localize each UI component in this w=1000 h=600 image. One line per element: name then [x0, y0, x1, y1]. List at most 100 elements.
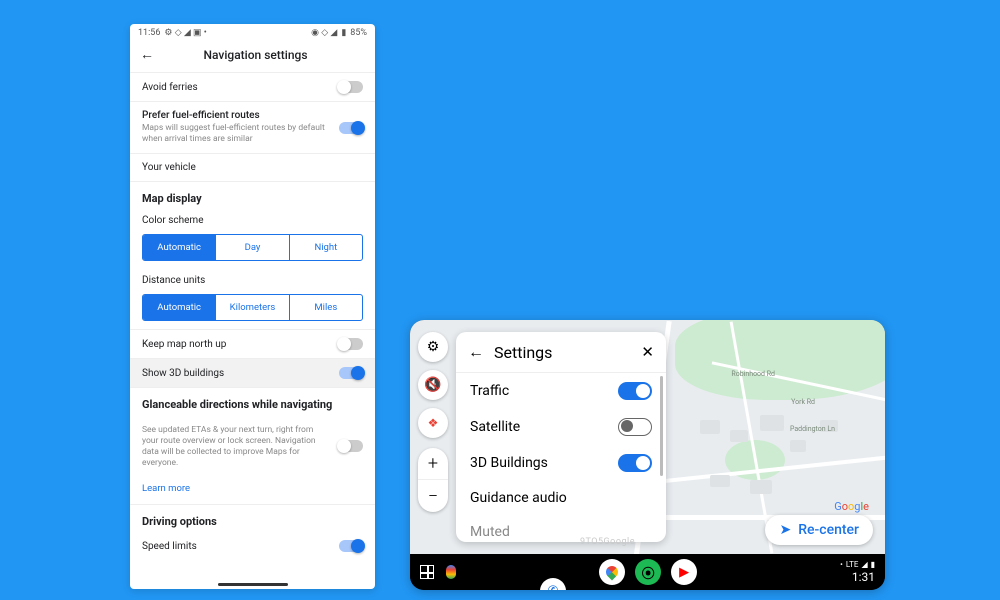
speaker-muted-icon: 🔇 — [424, 377, 441, 393]
3d-buildings-label: 3D Buildings — [470, 455, 548, 471]
avoid-ferries-row[interactable]: Avoid ferries — [130, 72, 375, 101]
3d-buildings-row[interactable]: 3D Buildings — [456, 445, 666, 481]
zoom-out-button[interactable]: − — [418, 480, 448, 512]
map-area[interactable]: Robinhood Rd Paddington Ln York Rd ⚙ 🔇 ❖… — [410, 320, 885, 555]
page-header: ← Navigation settings — [130, 42, 375, 72]
speed-limits-row[interactable]: Speed limits — [130, 532, 375, 560]
status-icons-right: ◉ ◇ ◢ — [311, 28, 337, 38]
color-scheme-automatic[interactable]: Automatic — [143, 235, 215, 260]
network-label: LTE — [846, 560, 859, 569]
status-time: 11:56 — [138, 28, 160, 38]
driving-options-section: Driving options — [130, 504, 375, 532]
settings-panel: ← Settings ✕ Traffic Satellite 3D Buildi… — [456, 332, 666, 542]
color-scheme-label: Color scheme — [130, 209, 375, 230]
map-road-label: Paddington Ln — [790, 425, 835, 433]
map-tools-sidebar: ⚙ 🔇 ❖ + − — [418, 332, 448, 512]
your-vehicle-row[interactable]: Your vehicle — [130, 153, 375, 181]
color-scheme-night[interactable]: Night — [289, 235, 362, 260]
panel-back-icon[interactable]: ← — [468, 342, 484, 362]
recenter-label: Re-center — [798, 522, 859, 538]
3d-buildings-toggle[interactable] — [618, 454, 652, 472]
battery-percent: 85% — [350, 28, 367, 38]
maps-pin-icon — [604, 564, 621, 581]
fuel-efficient-toggle[interactable] — [339, 122, 363, 134]
zoom-in-button[interactable]: + — [418, 448, 448, 480]
color-scheme-segmented: Automatic Day Night — [142, 234, 363, 261]
compass-icon: ❖ — [428, 416, 439, 430]
map-building — [730, 430, 748, 442]
status-icons-left: ⚙ ◇ ◢ ▣ • — [164, 28, 206, 38]
compass-button[interactable]: ❖ — [418, 408, 448, 438]
your-vehicle-label: Your vehicle — [142, 162, 196, 173]
fuel-efficient-label: Prefer fuel-efficient routes — [142, 110, 339, 121]
distance-units-automatic[interactable]: Automatic — [143, 295, 215, 320]
status-bar: 11:56 ⚙ ◇ ◢ ▣ • ◉ ◇ ◢ ▮ 85% — [130, 24, 375, 42]
glanceable-toggle[interactable] — [339, 440, 363, 452]
assistant-mic-icon[interactable] — [446, 565, 456, 579]
map-road-label: York Rd — [791, 398, 815, 406]
page-title: Navigation settings — [146, 48, 365, 62]
distance-units-label: Distance units — [130, 269, 375, 290]
recenter-button[interactable]: ➤ Re-center — [765, 515, 873, 545]
dot-icon: • — [840, 560, 843, 569]
panel-close-icon[interactable]: ✕ — [641, 343, 654, 361]
map-display-section: Map display — [130, 181, 375, 209]
show-3d-toggle[interactable] — [339, 367, 363, 379]
glanceable-row[interactable]: See updated ETAs & your next turn, right… — [130, 415, 375, 477]
google-logo: Google — [834, 500, 869, 513]
distance-units-kilometers[interactable]: Kilometers — [215, 295, 288, 320]
maps-app-icon[interactable] — [599, 559, 625, 585]
app-grid-icon[interactable] — [420, 565, 434, 579]
traffic-label: Traffic — [470, 383, 509, 399]
android-auto-dock: ⦿ ✆ ▶ • LTE ◢ ▮ 1:31 — [410, 554, 885, 590]
traffic-toggle[interactable] — [618, 382, 652, 400]
glanceable-section: Glanceable directions while navigating — [130, 387, 375, 415]
map-building — [760, 415, 784, 431]
signal-icon: ◢ — [861, 560, 867, 569]
satellite-toggle[interactable] — [618, 418, 652, 436]
watermark: 9TO5Google — [580, 537, 635, 547]
satellite-label: Satellite — [470, 419, 520, 435]
show-3d-row[interactable]: Show 3D buildings — [130, 358, 375, 387]
settings-gear-button[interactable]: ⚙ — [418, 332, 448, 362]
distance-units-miles[interactable]: Miles — [289, 295, 362, 320]
avoid-ferries-label: Avoid ferries — [142, 82, 198, 93]
gear-icon: ⚙ — [427, 339, 440, 355]
traffic-row[interactable]: Traffic — [456, 373, 666, 409]
fuel-efficient-sub: Maps will suggest fuel-efficient routes … — [142, 123, 339, 145]
panel-scrollbar[interactable] — [660, 376, 663, 476]
glanceable-sub: See updated ETAs & your next turn, right… — [142, 425, 322, 469]
map-road-label: Robinhood Rd — [731, 370, 775, 378]
muted-label: Muted — [470, 524, 510, 540]
distance-units-segmented: Automatic Kilometers Miles — [142, 294, 363, 321]
battery-icon: ▮ — [871, 560, 875, 569]
battery-icon: ▮ — [341, 28, 346, 38]
spotify-app-icon[interactable]: ⦿ — [635, 559, 661, 585]
zoom-control: + − — [418, 448, 448, 512]
location-arrow-icon: ➤ — [779, 522, 791, 538]
panel-title: Settings — [494, 343, 641, 362]
satellite-row[interactable]: Satellite — [456, 409, 666, 445]
keep-north-row[interactable]: Keep map north up — [130, 329, 375, 358]
phone-app-icon[interactable]: ✆ — [540, 578, 566, 590]
avoid-ferries-toggle[interactable] — [339, 81, 363, 93]
panel-header: ← Settings ✕ — [456, 332, 666, 373]
phone-settings-screen: 11:56 ⚙ ◇ ◢ ▣ • ◉ ◇ ◢ ▮ 85% ← Navigation… — [130, 24, 375, 589]
map-building — [790, 440, 806, 452]
gesture-handle[interactable] — [218, 583, 288, 586]
color-scheme-day[interactable]: Day — [215, 235, 288, 260]
youtube-music-app-icon[interactable]: ▶ — [671, 559, 697, 585]
fuel-efficient-row[interactable]: Prefer fuel-efficient routes Maps will s… — [130, 101, 375, 153]
map-parkland — [675, 320, 885, 400]
show-3d-label: Show 3D buildings — [142, 368, 224, 379]
mute-button[interactable]: 🔇 — [418, 370, 448, 400]
speed-limits-label: Speed limits — [142, 541, 197, 552]
guidance-audio-label: Guidance audio — [470, 490, 567, 506]
keep-north-toggle[interactable] — [339, 338, 363, 350]
speed-limits-toggle[interactable] — [339, 540, 363, 552]
dock-time: 1:31 — [852, 570, 875, 584]
learn-more-link[interactable]: Learn more — [130, 477, 375, 504]
map-building — [700, 420, 720, 434]
guidance-audio-row[interactable]: Guidance audio — [456, 481, 666, 515]
keep-north-label: Keep map north up — [142, 339, 226, 350]
